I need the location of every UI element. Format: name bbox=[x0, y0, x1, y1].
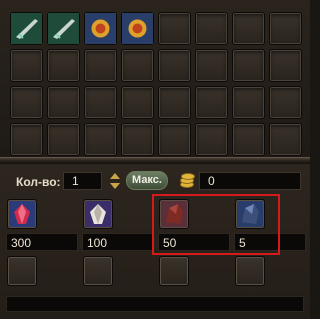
inventory-slot[interactable] bbox=[47, 86, 80, 119]
inventory-slot[interactable] bbox=[269, 12, 302, 45]
inventory-slot[interactable] bbox=[84, 86, 117, 119]
white-crystal-icon bbox=[90, 204, 106, 224]
rifle-icon bbox=[11, 13, 42, 44]
inventory-slot[interactable] bbox=[47, 123, 80, 156]
inventory-slot[interactable] bbox=[195, 49, 228, 82]
inventory-slot[interactable] bbox=[195, 123, 228, 156]
coins-icon bbox=[178, 171, 196, 189]
inventory-slot[interactable] bbox=[84, 12, 117, 45]
rifle-icon bbox=[48, 13, 79, 44]
inventory-slot[interactable] bbox=[121, 86, 154, 119]
red-crystal-icon bbox=[14, 204, 30, 224]
inventory-slot[interactable] bbox=[195, 12, 228, 45]
offer-item-slot[interactable] bbox=[159, 256, 189, 286]
inventory-slot[interactable] bbox=[10, 86, 43, 119]
inventory-slot[interactable] bbox=[121, 123, 154, 156]
quantity-input[interactable]: 1 bbox=[63, 172, 102, 190]
inventory-slot[interactable] bbox=[84, 123, 117, 156]
inventory-slot[interactable] bbox=[158, 123, 191, 156]
inventory-slot[interactable] bbox=[232, 123, 265, 156]
inventory-slot[interactable] bbox=[232, 12, 265, 45]
inventory-slot[interactable] bbox=[269, 49, 302, 82]
inventory-slot[interactable] bbox=[84, 49, 117, 82]
offer-value-row bbox=[6, 296, 304, 312]
highlight-box bbox=[152, 194, 280, 255]
offer-value[interactable]: 300 bbox=[6, 233, 78, 251]
inventory-slot[interactable] bbox=[10, 123, 43, 156]
quantity-stepper[interactable] bbox=[110, 172, 120, 190]
inventory-slot[interactable] bbox=[195, 86, 228, 119]
quantity-label: Кол-во: bbox=[16, 175, 61, 189]
arrow-up-icon[interactable] bbox=[110, 173, 120, 179]
inventory-slot[interactable] bbox=[121, 49, 154, 82]
inventory-slot[interactable] bbox=[269, 123, 302, 156]
inventory-slot[interactable] bbox=[121, 12, 154, 45]
inventory-slot[interactable] bbox=[47, 12, 80, 45]
offer-value[interactable]: 100 bbox=[82, 233, 154, 251]
inventory-slot[interactable] bbox=[269, 86, 302, 119]
sun-emblem-icon bbox=[85, 13, 116, 44]
inventory-panel bbox=[0, 0, 310, 157]
inventory-slot[interactable] bbox=[232, 86, 265, 119]
offer-item-slot[interactable] bbox=[235, 256, 265, 286]
offer-item-slot[interactable] bbox=[83, 256, 113, 286]
inventory-slot[interactable] bbox=[10, 12, 43, 45]
inventory-slot[interactable] bbox=[158, 49, 191, 82]
money-input[interactable]: 0 bbox=[199, 172, 301, 190]
arrow-down-icon[interactable] bbox=[110, 183, 120, 189]
inventory-slot[interactable] bbox=[232, 49, 265, 82]
max-button[interactable]: Макс. bbox=[126, 171, 168, 190]
inventory-slot[interactable] bbox=[47, 49, 80, 82]
inventory-slot[interactable] bbox=[10, 49, 43, 82]
inventory-slot[interactable] bbox=[158, 86, 191, 119]
inventory-slot[interactable] bbox=[158, 12, 191, 45]
offer-item-slot[interactable] bbox=[83, 199, 113, 229]
sun-emblem-icon bbox=[122, 13, 153, 44]
offer-item-slot[interactable] bbox=[7, 256, 37, 286]
offer-item-slot[interactable] bbox=[7, 199, 37, 229]
